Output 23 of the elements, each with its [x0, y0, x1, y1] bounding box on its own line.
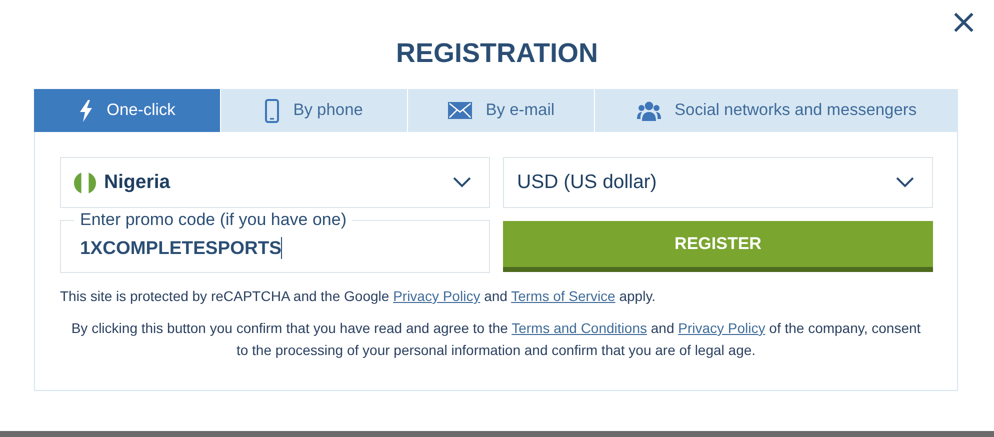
policy-link[interactable]: Privacy Policy	[393, 288, 480, 304]
currency-select[interactable]: USD (US dollar)	[503, 157, 933, 208]
lightning-icon	[78, 100, 93, 122]
tab[interactable]: Social networks and messengers	[595, 89, 958, 132]
register-button[interactable]: REGISTER	[503, 221, 933, 272]
people-icon	[636, 100, 661, 120]
recaptcha-notice: This site is protected by reCAPTCHA and the Google Privacy Policy and Terms of Service apply.	[60, 287, 657, 306]
close-button[interactable]: ×	[948, 6, 980, 38]
policy-link[interactable]: Terms and Conditions	[512, 320, 647, 336]
chevron-down-icon	[453, 177, 471, 188]
chevron-down-icon	[896, 177, 914, 188]
tab[interactable]: By e-mail	[408, 89, 596, 132]
tab[interactable]: One-click	[34, 89, 222, 132]
dialog-title: REGISTRATION	[396, 37, 598, 70]
policy-link[interactable]: Terms of Service	[511, 288, 616, 304]
envelope-icon	[448, 102, 472, 119]
consent-notice: By clicking this button you confirm that you have read and agree to the Terms and Conditions and Privacy Policy of the company, consent to the processing of your personal information and confirm that you are of legal age.	[70, 319, 922, 360]
flag-icon	[74, 172, 96, 194]
country-select[interactable]: Nigeria	[60, 157, 490, 208]
phone-icon	[265, 98, 280, 122]
policy-link[interactable]: Privacy Policy	[678, 320, 766, 336]
tab[interactable]: By phone	[221, 89, 408, 132]
promo-code-field[interactable]: Enter promo code (if you have one) 1XCOMPLETESPORTS	[60, 210, 490, 273]
